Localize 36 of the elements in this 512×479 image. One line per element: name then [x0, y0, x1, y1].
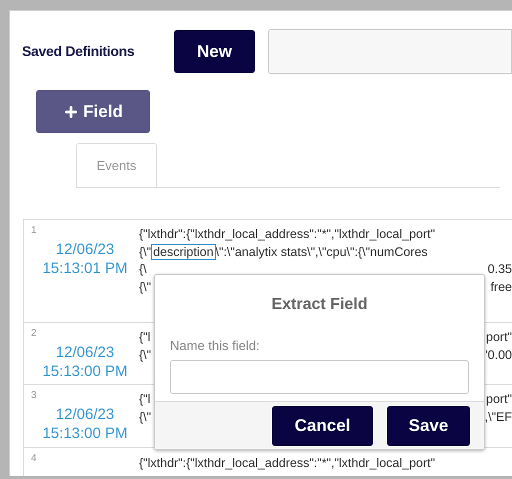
log-line-end: free [490, 278, 512, 296]
plus-icon [63, 104, 80, 120]
row-number: 2 [31, 328, 37, 340]
row-number: 3 [31, 390, 37, 402]
event-date[interactable]: 12/06/23 [31, 405, 139, 424]
cancel-button[interactable]: Cancel [272, 406, 373, 446]
dialog-title: Extract Field [270, 295, 369, 315]
event-time[interactable]: 15:13:00 PM [31, 362, 139, 381]
event-date[interactable]: 12/06/23 [31, 240, 139, 259]
log-line: {\" [139, 278, 152, 296]
log-line: {"l [139, 329, 150, 346]
log-line: {\" [139, 346, 152, 364]
save-button[interactable]: Save [387, 406, 470, 446]
log-line: {"l [139, 391, 150, 408]
event-date[interactable]: 12/06/23 [31, 343, 139, 362]
add-field-button[interactable]: Field [36, 90, 150, 133]
log-line: {\" [139, 408, 152, 426]
log-line: {"lxthdr":{"lxthdr_local_address":"*","lxthdr_local_port" [139, 455, 436, 472]
event-time[interactable]: 15:13:00 PM [31, 424, 139, 443]
log-line-end: "0.00 [483, 346, 512, 364]
field-label: Name this field: [170, 337, 260, 355]
log-line: {\" description \":\"analytix stats\",\"cpu\":{\"numCores [139, 244, 428, 261]
events-tab[interactable]: Events [76, 143, 157, 187]
field-name-input[interactable] [170, 360, 469, 394]
definition-field[interactable] [268, 29, 512, 74]
log-line: {"lxthdr":{"lxthdr_local_address":"*","lxthdr_local_port" [139, 226, 436, 243]
log-line-end: 0.35 [488, 261, 512, 278]
new-button[interactable]: New [174, 30, 255, 73]
log-line-end: ,\"EF [484, 408, 512, 426]
saved-definitions-label: Saved Definitions [22, 42, 136, 61]
row-number: 4 [31, 453, 37, 465]
row-number: 1 [31, 225, 37, 237]
log-line: {\ [139, 261, 147, 278]
log-line-end: port" [486, 391, 512, 408]
event-time[interactable]: 15:13:01 PM [31, 259, 139, 278]
log-line-end: port" [486, 329, 512, 346]
